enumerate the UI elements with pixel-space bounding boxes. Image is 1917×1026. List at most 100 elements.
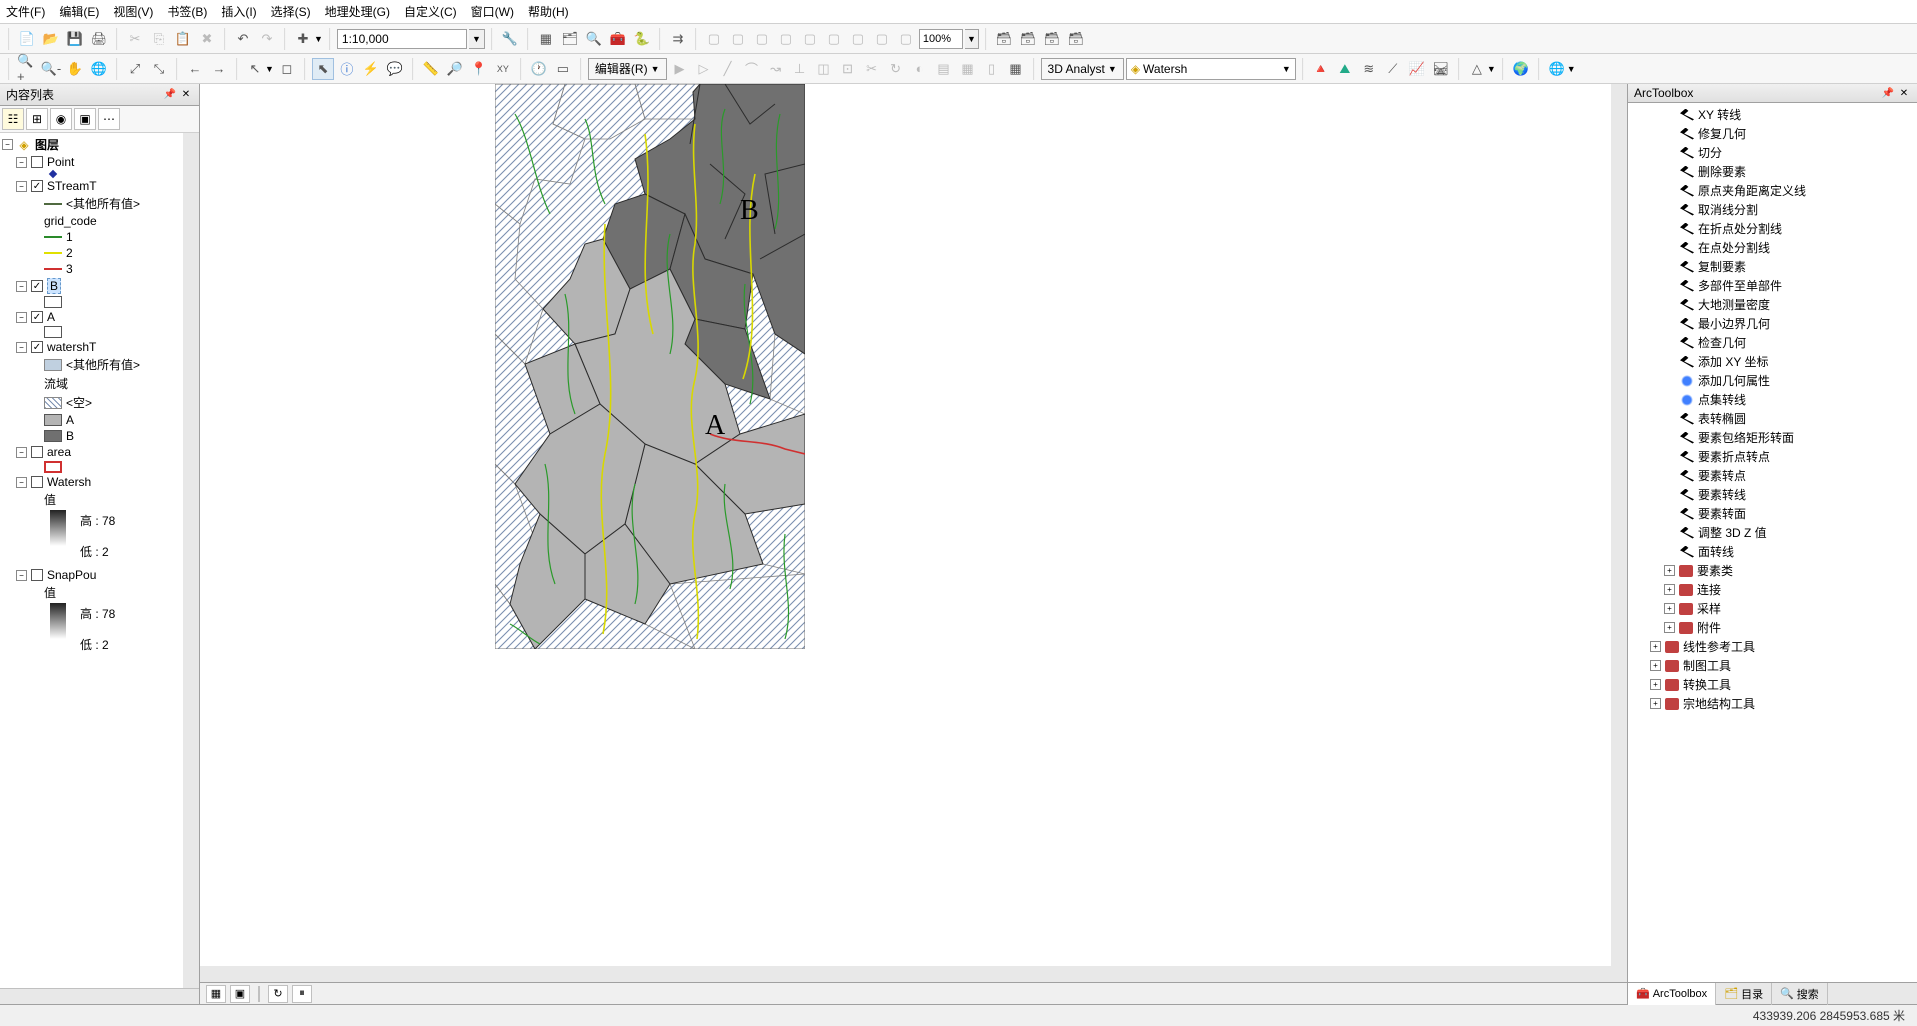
cut-button[interactable]: ✂ <box>124 28 146 50</box>
edit-tool-a[interactable]: ▶ <box>669 58 691 80</box>
delete-button[interactable]: ✖ <box>196 28 218 50</box>
toolbox-button[interactable]: 🧰 <box>607 28 629 50</box>
menu-view[interactable]: 视图(V) <box>113 3 153 20</box>
catalog-button[interactable]: 🗂 <box>559 28 581 50</box>
data-view-icon[interactable]: ▦ <box>206 985 226 1003</box>
tool-item[interactable]: 取消线分割 <box>1630 200 1915 219</box>
visibility-checkbox[interactable] <box>31 156 43 168</box>
html-popup[interactable]: 💬 <box>384 58 406 80</box>
tab-search[interactable]: 🔍搜索 <box>1772 983 1828 1005</box>
menu-edit[interactable]: 编辑(E) <box>59 3 99 20</box>
search-button[interactable]: 🔍 <box>583 28 605 50</box>
pin-icon[interactable]: 📌 <box>163 88 177 102</box>
clear-selection[interactable]: ◻ <box>276 58 298 80</box>
list-by-selection[interactable]: ▣ <box>74 108 96 130</box>
tool-item[interactable]: 在折点处分割线 <box>1630 219 1915 238</box>
analyst-btn-g[interactable]: △ <box>1466 58 1488 80</box>
layer-combo[interactable]: ◈ Watersh ▼ <box>1126 58 1296 80</box>
layer-B[interactable]: B <box>47 278 61 294</box>
layer-area[interactable]: area <box>47 445 71 459</box>
layer-snappou[interactable]: SnapPou <box>47 568 96 582</box>
dataframe-label[interactable]: 图层 <box>35 136 59 153</box>
edit-tool-b[interactable]: ▷ <box>693 58 715 80</box>
map-hscroll[interactable] <box>200 966 1627 982</box>
tool-item[interactable]: 调整 3D Z 值 <box>1630 523 1915 542</box>
list-by-source[interactable]: ⊞ <box>26 108 48 130</box>
zoom-dropdown[interactable]: ▼ <box>965 29 979 49</box>
unknown-g[interactable]: ▢ <box>847 28 869 50</box>
layer-point[interactable]: Point <box>47 155 74 169</box>
layer-A[interactable]: A <box>47 310 55 324</box>
expand-icon[interactable]: + <box>1650 679 1661 690</box>
options[interactable]: ⋯ <box>98 108 120 130</box>
tool-item[interactable]: 要素转面 <box>1630 504 1915 523</box>
menu-customize[interactable]: 自定义(C) <box>404 3 457 20</box>
model-builder-button[interactable]: ⇉ <box>667 28 689 50</box>
expand-icon[interactable]: − <box>2 139 13 150</box>
toolbox-item[interactable]: +制图工具 <box>1630 656 1915 675</box>
fixed-zoom-out[interactable]: ⤡ <box>148 58 170 80</box>
python-button[interactable]: 🐍 <box>631 28 653 50</box>
visibility-checkbox[interactable] <box>31 476 43 488</box>
toc-hscroll[interactable] <box>0 988 199 1004</box>
menu-window[interactable]: 窗口(W) <box>471 3 514 20</box>
visibility-checkbox[interactable] <box>31 341 43 353</box>
tool-item[interactable]: 大地测量密度 <box>1630 295 1915 314</box>
tool-item[interactable]: 添加几何属性 <box>1630 371 1915 390</box>
toolset-item[interactable]: +附件 <box>1630 618 1915 637</box>
expand-icon[interactable]: − <box>16 570 27 581</box>
edit-tool-f[interactable]: ⊥ <box>789 58 811 80</box>
fixed-zoom-in[interactable]: ⤢ <box>124 58 146 80</box>
edit-tool-h[interactable]: ⊡ <box>837 58 859 80</box>
expand-icon[interactable]: + <box>1650 660 1661 671</box>
toolbox-item[interactable]: +转换工具 <box>1630 675 1915 694</box>
select-features[interactable]: ↖ <box>244 58 266 80</box>
go-xy[interactable]: XY <box>492 58 514 80</box>
menu-select[interactable]: 选择(S) <box>271 3 311 20</box>
arcscene-button[interactable]: 🌐 <box>1546 58 1568 80</box>
unknown-e[interactable]: ▢ <box>799 28 821 50</box>
print-button[interactable]: 🖨 <box>88 28 110 50</box>
expand-icon[interactable]: + <box>1664 584 1675 595</box>
editor-dropdown[interactable]: 编辑器(R) <box>588 58 667 80</box>
expand-icon[interactable]: + <box>1664 565 1675 576</box>
edit-tool-i[interactable]: ✂ <box>861 58 883 80</box>
tool-item[interactable]: 要素转点 <box>1630 466 1915 485</box>
undo-button[interactable]: ↶ <box>232 28 254 50</box>
expand-icon[interactable]: + <box>1650 698 1661 709</box>
unknown-c[interactable]: ▢ <box>751 28 773 50</box>
toolset-item[interactable]: +要素类 <box>1630 561 1915 580</box>
scale-input[interactable] <box>337 29 467 49</box>
expand-icon[interactable]: − <box>16 342 27 353</box>
analyst-btn-d[interactable]: ⟋ <box>1382 58 1404 80</box>
analyst-btn-a[interactable]: 🔺 <box>1310 58 1332 80</box>
tool-item[interactable]: 复制要素 <box>1630 257 1915 276</box>
tool-item[interactable]: 最小边界几何 <box>1630 314 1915 333</box>
expand-icon[interactable]: − <box>16 477 27 488</box>
copy-button[interactable]: ⎘ <box>148 28 170 50</box>
toc-button[interactable]: ▦ <box>535 28 557 50</box>
menu-help[interactable]: 帮助(H) <box>528 3 569 20</box>
find-icon[interactable]: 🔎 <box>444 58 466 80</box>
layer-watersh[interactable]: Watersh <box>47 475 91 489</box>
tool-item[interactable]: 要素转线 <box>1630 485 1915 504</box>
edit-tool-g[interactable]: ◫ <box>813 58 835 80</box>
paste-button[interactable]: 📋 <box>172 28 194 50</box>
map-vscroll[interactable] <box>1611 84 1627 966</box>
list-by-visibility[interactable]: ◉ <box>50 108 72 130</box>
analyst-btn-e[interactable]: 📈 <box>1406 58 1428 80</box>
visibility-checkbox[interactable] <box>31 180 43 192</box>
analyst-btn-c[interactable]: ≋ <box>1358 58 1380 80</box>
measure-icon[interactable]: 📏 <box>420 58 442 80</box>
edit-tool-k[interactable]: ◐ <box>909 58 931 80</box>
toc-vscroll[interactable] <box>183 133 199 988</box>
unknown-f[interactable]: ▢ <box>823 28 845 50</box>
select-elements[interactable]: ⬉ <box>312 58 334 80</box>
expand-icon[interactable]: − <box>16 181 27 192</box>
menu-file[interactable]: 文件(F) <box>6 3 45 20</box>
tool-item[interactable]: 要素折点转点 <box>1630 447 1915 466</box>
layer-streamt[interactable]: STreamT <box>47 179 97 193</box>
tool-item[interactable]: 原点夹角距离定义线 <box>1630 181 1915 200</box>
scale-dropdown[interactable]: ▼ <box>469 29 485 49</box>
edit-tool-o[interactable]: ▦ <box>1005 58 1027 80</box>
